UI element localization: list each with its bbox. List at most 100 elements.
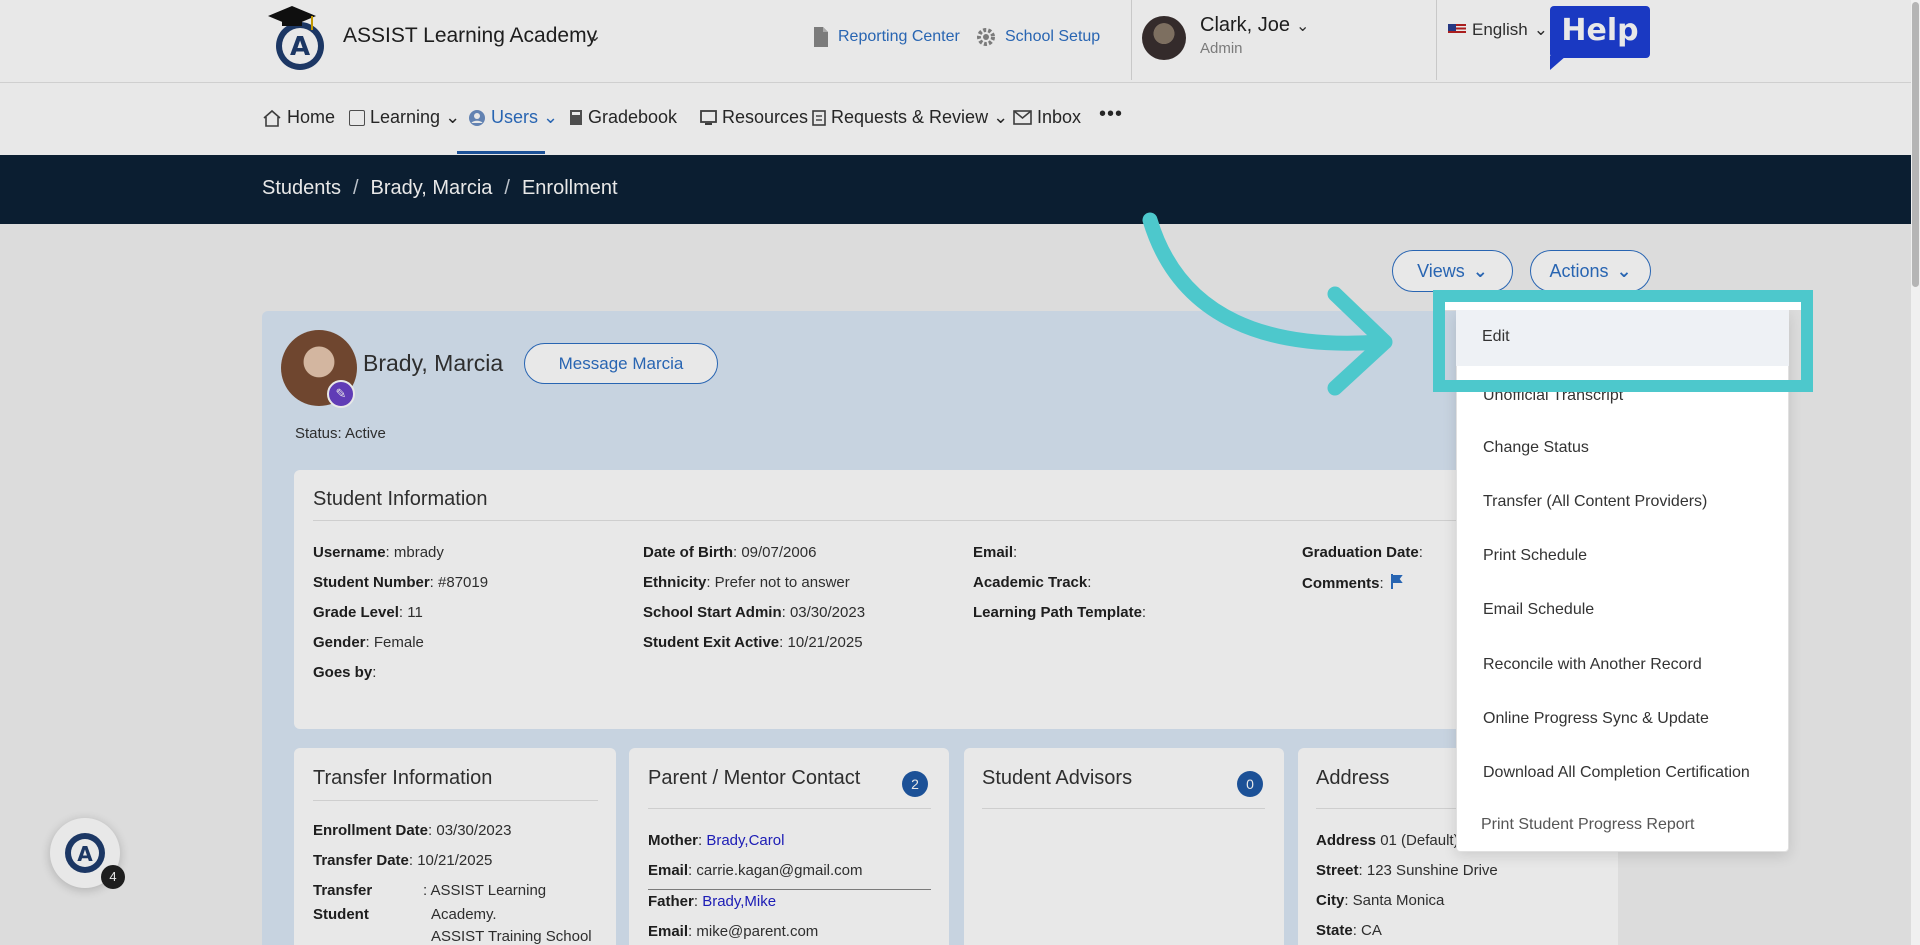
divider bbox=[982, 808, 1265, 809]
chevron-down-icon: ⌄ bbox=[1616, 260, 1632, 281]
field-ethnicity: Ethnicity: Prefer not to answer bbox=[643, 574, 850, 591]
nav-resources[interactable]: Resources bbox=[700, 107, 808, 128]
gear-icon bbox=[977, 28, 995, 46]
breadcrumb-band: Students / Brady, Marcia / Enrollment bbox=[0, 155, 1920, 224]
menu-item-reconcile[interactable]: Reconcile with Another Record bbox=[1483, 656, 1702, 674]
field-goes-by: Goes by: bbox=[313, 664, 377, 681]
field-transfer-student-label: Student bbox=[313, 906, 369, 923]
menu-item-download-certification[interactable]: Download All Completion Certification bbox=[1483, 764, 1750, 782]
chevron-down-icon[interactable]: ⌄ bbox=[1296, 16, 1309, 36]
breadcrumb-students[interactable]: Students bbox=[262, 177, 341, 200]
svg-text:A: A bbox=[77, 842, 93, 866]
breadcrumb-enrollment: Enrollment bbox=[521, 177, 618, 199]
field-gender: Gender: Female bbox=[313, 634, 424, 651]
section-title: Student Information bbox=[313, 488, 488, 510]
main-nav: Home Learning ⌄ Users ⌄ Gradebook Resour… bbox=[0, 82, 1920, 155]
nav-requests-review[interactable]: Requests & Review ⌄ bbox=[812, 107, 1008, 128]
field-student-number: Student Number: #87019 bbox=[313, 574, 489, 591]
mother-link[interactable]: Brady,Carol bbox=[706, 832, 784, 849]
menu-item-print-schedule[interactable]: Print Schedule bbox=[1483, 547, 1587, 565]
message-student-button[interactable]: Message Marcia bbox=[524, 343, 718, 384]
divider bbox=[648, 889, 931, 890]
field-student-exit: Student Exit Active: 10/21/2025 bbox=[643, 634, 863, 651]
chevron-down-icon: ⌄ bbox=[1472, 260, 1488, 281]
divider bbox=[648, 808, 931, 809]
document-icon bbox=[814, 27, 828, 47]
user-name[interactable]: Clark, Joe bbox=[1200, 14, 1290, 37]
user-role: Admin bbox=[1200, 40, 1243, 57]
active-tab-indicator bbox=[457, 151, 545, 154]
help-button[interactable]: Help bbox=[1550, 6, 1650, 70]
school-name[interactable]: ASSIST Learning Academy bbox=[343, 24, 597, 48]
breadcrumb-student-name[interactable]: Brady, Marcia bbox=[371, 177, 493, 200]
breadcrumb-separator: / bbox=[504, 177, 510, 199]
field-transfer-student-label: Transfer bbox=[313, 882, 373, 899]
book-icon bbox=[570, 110, 582, 125]
monitor-icon bbox=[700, 109, 717, 125]
student-name: Brady, Marcia bbox=[363, 350, 504, 376]
chevron-down-icon[interactable]: ⌄ bbox=[588, 26, 601, 46]
chevron-down-icon: ⌄ bbox=[1533, 20, 1549, 39]
field-state: State: CA bbox=[1316, 922, 1382, 939]
mail-icon bbox=[1013, 110, 1032, 125]
chevron-down-icon: ⌄ bbox=[993, 107, 1009, 127]
menu-item-transfer[interactable]: Transfer (All Content Providers) bbox=[1483, 493, 1707, 511]
field-city: City: Santa Monica bbox=[1316, 892, 1445, 909]
scrollbar-thumb[interactable] bbox=[1912, 2, 1919, 287]
top-header: A ASSIST Learning Academy ⌄ Reporting Ce… bbox=[0, 0, 1920, 82]
field-mother: Mother: Brady,Carol bbox=[648, 832, 785, 849]
actions-button[interactable]: Actions ⌄ bbox=[1530, 250, 1651, 292]
divider bbox=[313, 800, 598, 801]
section-title: Transfer Information bbox=[313, 767, 493, 789]
flag-icon[interactable] bbox=[1390, 574, 1404, 589]
field-street: Street: 123 Sunshine Drive bbox=[1316, 862, 1498, 879]
field-graduation-date: Graduation Date: bbox=[1302, 544, 1423, 561]
nav-inbox[interactable]: Inbox bbox=[1013, 107, 1081, 128]
field-transfer-date: Transfer Date: 10/21/2025 bbox=[313, 852, 493, 869]
field-learning-path: Learning Path Template: bbox=[973, 604, 1147, 621]
field-father-email: Email: mike@parent.com bbox=[648, 923, 819, 940]
section-title: Student Advisors bbox=[982, 767, 1133, 789]
field-grade-level: Grade Level: 11 bbox=[313, 604, 423, 621]
nav-gradebook[interactable]: Gradebook bbox=[569, 107, 677, 128]
field-address: Address 01 (Default) bbox=[1316, 832, 1459, 849]
more-menu-icon[interactable]: ••• bbox=[1099, 103, 1123, 126]
field-comments: Comments: bbox=[1302, 574, 1404, 592]
menu-item-email-schedule[interactable]: Email Schedule bbox=[1483, 601, 1594, 619]
field-date-of-birth: Date of Birth: 09/07/2006 bbox=[643, 544, 817, 561]
field-username: Username: mbrady bbox=[313, 544, 444, 561]
svg-text:A: A bbox=[290, 32, 310, 62]
language-select[interactable]: English ⌄ bbox=[1448, 20, 1548, 40]
field-enrollment-date: Enrollment Date: 03/30/2023 bbox=[313, 822, 512, 839]
home-icon bbox=[263, 109, 281, 127]
section-title: Address bbox=[1316, 767, 1390, 789]
field-transfer-student-value: : ASSIST Learning bbox=[423, 882, 547, 899]
student-status: Status: Active bbox=[295, 425, 386, 442]
school-setup-link[interactable]: School Setup bbox=[975, 26, 1100, 48]
user-circle-icon bbox=[469, 109, 485, 126]
nav-users[interactable]: Users ⌄ bbox=[468, 107, 558, 128]
field-school-start: School Start Admin: 03/30/2023 bbox=[643, 604, 866, 621]
divider bbox=[1131, 0, 1132, 80]
father-link[interactable]: Brady,Mike bbox=[702, 893, 776, 910]
count-badge: 0 bbox=[1237, 771, 1263, 797]
field-academic-track: Academic Track: bbox=[973, 574, 1092, 591]
notification-count-badge: 4 bbox=[101, 865, 125, 889]
school-logo[interactable]: A bbox=[262, 2, 332, 72]
field-mother-email: Email: carrie.kagan@gmail.com bbox=[648, 862, 863, 879]
nav-home[interactable]: Home bbox=[262, 107, 335, 128]
breadcrumb-separator: / bbox=[352, 177, 359, 199]
reporting-center-link[interactable]: Reporting Center bbox=[812, 26, 960, 48]
section-title: Parent / Mentor Contact bbox=[648, 767, 861, 789]
nav-learning[interactable]: Learning ⌄ bbox=[349, 107, 460, 128]
views-button[interactable]: Views ⌄ bbox=[1392, 250, 1513, 292]
pencil-icon[interactable]: ✎ bbox=[327, 380, 355, 408]
menu-item-change-status[interactable]: Change Status bbox=[1483, 439, 1589, 457]
field-transfer-student-value: Academy. bbox=[431, 906, 497, 923]
field-father: Father: Brady,Mike bbox=[648, 893, 777, 910]
chevron-down-icon: ⌄ bbox=[445, 107, 461, 127]
user-avatar[interactable] bbox=[1142, 16, 1186, 60]
menu-item-print-progress-report[interactable]: Print Student Progress Report bbox=[1481, 816, 1694, 834]
us-flag-icon bbox=[1448, 24, 1466, 36]
menu-item-progress-sync[interactable]: Online Progress Sync & Update bbox=[1483, 710, 1709, 728]
